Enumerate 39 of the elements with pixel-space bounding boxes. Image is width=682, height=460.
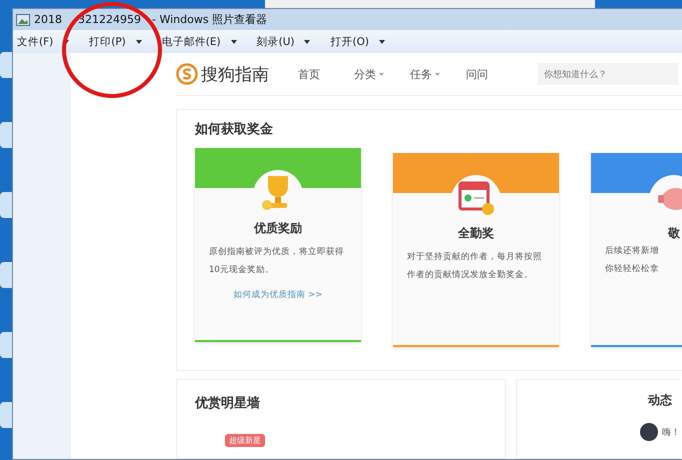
badge: 超级新星 <box>225 434 265 447</box>
card-description: 原创指南被评为优质，将立即获得10元现金奖励。 <box>209 246 345 277</box>
desktop-shortcut-icon[interactable] <box>0 262 12 288</box>
section-title: 如何获取奖金 <box>195 121 274 138</box>
desktop-shortcut-icon[interactable] <box>0 192 12 218</box>
section-title: 优赏明星墙 <box>195 395 261 412</box>
nav-link[interactable]: 任务 <box>410 66 440 82</box>
window-title: 321224959 <box>78 13 141 26</box>
desktop-shortcut-icon[interactable] <box>0 402 12 428</box>
desktop-shortcut-icon[interactable] <box>0 332 12 358</box>
card-description: 你轻轻松松拿 <box>605 263 659 276</box>
menu-item[interactable]: 打开(O) <box>326 32 389 51</box>
picture-icon <box>16 14 30 26</box>
menu-item[interactable]: 电子邮件(E) <box>158 32 241 51</box>
nav-link[interactable]: 问问 <box>466 66 496 82</box>
menu-item[interactable]: 打印(P) <box>85 32 146 51</box>
section-title: 动态 <box>648 392 673 409</box>
window-title: - Windows 照片查看器 <box>152 12 268 28</box>
caret-icon <box>136 40 142 44</box>
caret-icon <box>378 40 385 44</box>
search-field[interactable]: 你想知道什么？ <box>538 63 678 85</box>
avatar <box>640 423 658 441</box>
card-description: 对于坚持贡献的作者，每月将按照作者的贡献情况发放全勤奖金。 <box>407 251 543 282</box>
desktop-shortcut-icon[interactable] <box>0 52 12 78</box>
menu-item[interactable]: 文件(F) <box>13 32 74 51</box>
card-title: 优质奖励 <box>254 220 302 237</box>
window-title: 2018 <box>34 13 62 26</box>
menu-item[interactable]: 刻录(U) <box>252 32 314 51</box>
card-title: 全勤奖 <box>458 225 494 242</box>
nav-link[interactable]: 分类 <box>354 66 384 82</box>
desktop-shortcut-icon[interactable] <box>0 122 12 148</box>
site-logo[interactable]: 搜狗指南 <box>201 62 269 86</box>
caret-icon <box>230 40 237 44</box>
card-description: 后续还将新增 <box>605 245 659 258</box>
nav-link[interactable]: 首页 <box>298 66 328 82</box>
card-title: 敬 <box>668 225 680 242</box>
caret-icon <box>304 40 310 44</box>
feed-message: 嗨！ <box>662 426 680 438</box>
logo-icon <box>176 63 198 85</box>
